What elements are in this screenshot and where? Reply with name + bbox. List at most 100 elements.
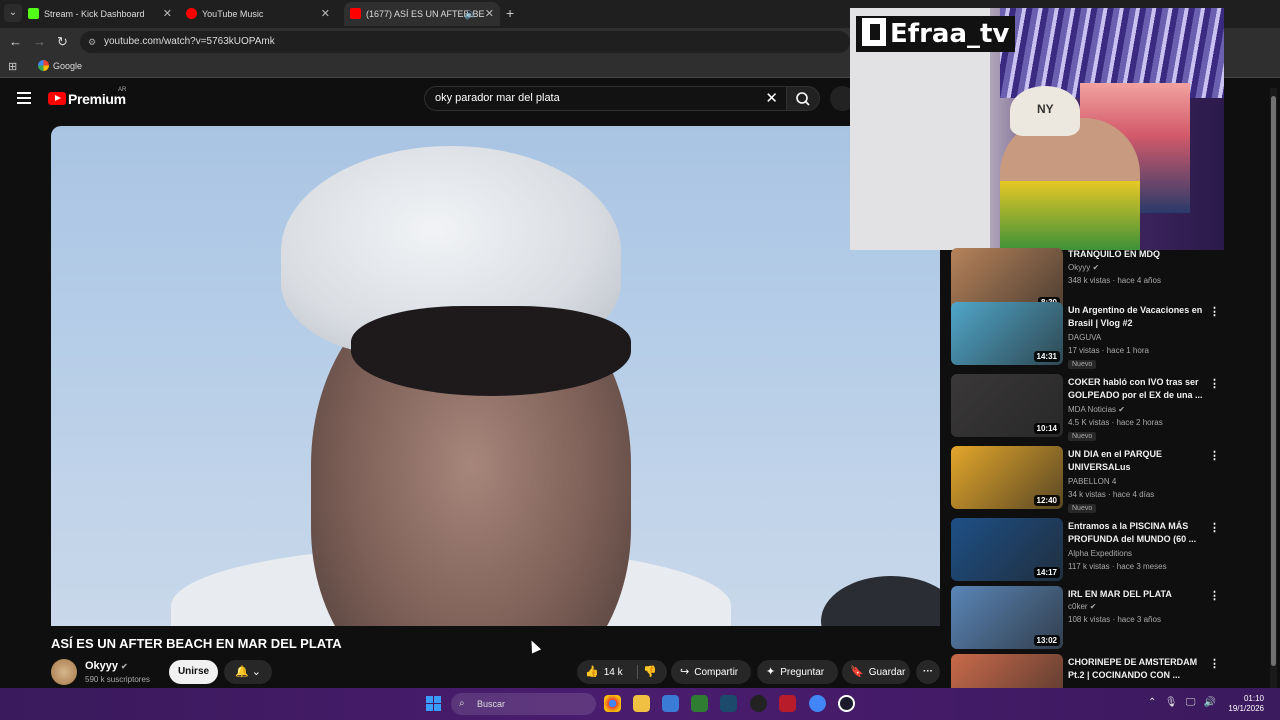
save-label: Guardar <box>868 667 906 678</box>
recommendation-channel[interactable]: DAGUVA <box>1068 333 1101 342</box>
join-button[interactable]: Unirse <box>169 660 218 684</box>
back-icon[interactable]: ← <box>9 34 22 49</box>
duration-badge: 14:17 <box>1033 567 1060 578</box>
youtube-icon <box>350 8 361 19</box>
video-thumbnail[interactable]: 12:40 <box>951 446 1063 509</box>
video-thumbnail[interactable]: 14:31 <box>951 302 1063 365</box>
video-player[interactable] <box>51 126 940 626</box>
more-options-icon[interactable]: ⋮ <box>1209 521 1220 534</box>
youtube-play-icon <box>48 92 66 105</box>
recommendation-stats: 34 k vistas · hace 4 días <box>1068 490 1155 499</box>
start-icon[interactable] <box>426 696 441 711</box>
save-button[interactable]: 🔖 Guardar <box>842 660 910 684</box>
verified-icon: ✔ <box>1092 263 1100 272</box>
scrollbar-thumb[interactable] <box>1271 96 1276 666</box>
system-tray[interactable]: ⌃ 🎙 🖵 🔊 <box>1148 697 1216 708</box>
recommendation-channel[interactable]: Okyyy ✔ <box>1068 263 1099 272</box>
clock[interactable]: 01:10 19/1/2026 <box>1226 694 1264 714</box>
chrome-active-icon[interactable] <box>809 695 826 712</box>
channel-name[interactable]: Okyyy ✔ <box>85 660 128 672</box>
subscriber-count: 590 k suscriptores <box>85 675 150 684</box>
file-explorer-icon[interactable] <box>633 695 650 712</box>
video-thumbnail[interactable]: 13:02 <box>951 586 1063 649</box>
date: 19/1/2026 <box>1228 704 1264 713</box>
verified-icon: ✔ <box>1089 602 1097 611</box>
recommendation-channel[interactable]: PABELLON 4 <box>1068 477 1116 486</box>
thumbs-down-icon[interactable]: 👎 <box>643 660 657 684</box>
more-options-icon[interactable]: ⋮ <box>1209 589 1220 602</box>
channel-name-text: Okyyy <box>85 660 119 672</box>
notification-bell-button[interactable]: 🔔 ⌄ <box>224 660 272 684</box>
duration-badge: 12:40 <box>1033 495 1060 506</box>
new-tab-button[interactable]: + <box>506 5 514 21</box>
more-actions-button[interactable]: ··· <box>916 660 940 684</box>
bookmark-google[interactable]: Google <box>38 60 82 71</box>
minecraft-icon[interactable] <box>691 695 708 712</box>
terminal-icon[interactable] <box>720 695 737 712</box>
address-bar[interactable]: ⚙ youtube.com/watch?v=5763kUOPAmk <box>80 31 850 53</box>
forward-icon[interactable]: → <box>33 34 46 49</box>
video-frame-second-person <box>821 576 940 626</box>
recommendation-title[interactable]: Entramos a la PISCINA MÁS PROFUNDA del M… <box>1068 520 1208 546</box>
recommendation-title[interactable]: TRANQUILO EN MDQ <box>1068 248 1208 261</box>
tab-search-button[interactable]: ⌄ <box>4 4 22 22</box>
ask-button[interactable]: ✦ Preguntar <box>757 660 838 684</box>
recommendation-channel[interactable]: Alpha Expeditions <box>1068 549 1132 558</box>
reload-icon[interactable]: ↻ <box>57 34 68 50</box>
verified-icon: ✔ <box>1118 405 1125 414</box>
recommendation-item[interactable]: 14:31 Un Argentino de Vacaciones en Brasi… <box>951 302 1231 369</box>
recommendation-item[interactable]: 12:40 UN DIA en el PARQUE UNIVERSALus PABE… <box>951 446 1231 513</box>
tab-youtube-video[interactable]: (1677) ASÍ ES UN AFTER BE 🔈 ✕ <box>344 2 500 26</box>
close-tab-icon[interactable]: ✕ <box>485 2 494 26</box>
apps-grid-icon[interactable]: ⊞ <box>8 60 17 73</box>
recommendation-stats: 4.5 K vistas · hace 2 horas <box>1068 418 1163 427</box>
close-tab-icon[interactable]: ✕ <box>321 2 330 26</box>
ask-label: Preguntar <box>780 667 825 678</box>
verified-icon: ✔ <box>121 662 128 671</box>
recommendation-title[interactable]: CHORINEPE DE AMSTERDAM Pt.2 | COCINANDO … <box>1068 656 1208 682</box>
recommendation-stats: 17 vistas · hace 1 hora <box>1068 346 1149 355</box>
more-options-icon[interactable]: ⋮ <box>1209 377 1220 390</box>
site-info-icon[interactable]: ⚙ <box>88 31 96 53</box>
chevron-down-icon: ⌄ <box>251 666 261 678</box>
search-button[interactable] <box>786 86 820 111</box>
recommendation-item[interactable]: 13:02 IRL EN MAR DEL PLATA c0ker ✔ 108 k vi… <box>951 586 1231 650</box>
menu-icon[interactable] <box>17 92 31 104</box>
channel-avatar[interactable] <box>51 659 77 685</box>
recommendation-title[interactable]: Un Argentino de Vacaciones en Brasil | V… <box>1068 304 1208 330</box>
share-button[interactable]: ↪ Compartir <box>671 660 751 684</box>
search-input[interactable]: oky parador mar del plata ✕ <box>424 86 786 111</box>
voicemeeter-icon[interactable] <box>779 695 796 712</box>
obs-icon[interactable] <box>750 695 767 712</box>
more-options-icon[interactable]: ⋮ <box>1209 449 1220 462</box>
tab-youtube-music[interactable]: YouTube Music ✕ <box>186 2 336 26</box>
bell-icon: 🔔 <box>235 666 249 678</box>
chrome-icon[interactable] <box>604 695 621 712</box>
thumbs-up-icon: 👍 <box>585 666 599 678</box>
more-options-icon[interactable]: ⋮ <box>1209 657 1220 670</box>
app-icon[interactable] <box>838 695 855 712</box>
recommendation-title[interactable]: COKER habló con IVO tras ser GOLPEADO po… <box>1068 376 1208 402</box>
recommendation-channel[interactable]: MDA Noticias ✔ <box>1068 405 1125 414</box>
recommendation-title[interactable]: UN DIA en el PARQUE UNIVERSALus <box>1068 448 1208 474</box>
store-icon[interactable] <box>662 695 679 712</box>
recommendation-item[interactable]: 10:14 COKER habló con IVO tras ser GOLPEA… <box>951 374 1231 441</box>
like-count: 14 k <box>603 667 623 678</box>
page-scrollbar[interactable] <box>1270 88 1277 688</box>
kick-icon <box>28 8 39 19</box>
recommendation-stats: 108 k vistas · hace 3 años <box>1068 615 1161 624</box>
clear-search-icon[interactable]: ✕ <box>765 87 778 110</box>
close-tab-icon[interactable]: ✕ <box>163 2 172 26</box>
recommendation-channel[interactable]: c0ker ✔ <box>1068 602 1097 611</box>
taskbar-search[interactable]: ⌕ Buscar <box>451 693 596 715</box>
tab-kick-dashboard[interactable]: Stream - Kick Dashboard ✕ <box>28 2 178 26</box>
channel-text: MDA Noticias <box>1068 405 1117 414</box>
video-thumbnail[interactable]: 10:14 <box>951 374 1063 437</box>
like-button[interactable]: 👍 14 k 👎 <box>577 660 667 684</box>
more-options-icon[interactable]: ⋮ <box>1209 305 1220 318</box>
youtube-premium-logo[interactable]: Premium AR <box>48 87 126 109</box>
recommendation-item[interactable]: 14:17 Entramos a la PISCINA MÁS PROFUNDA … <box>951 518 1231 582</box>
video-thumbnail[interactable]: 14:17 <box>951 518 1063 581</box>
recommendation-title[interactable]: IRL EN MAR DEL PLATA <box>1068 588 1208 601</box>
speaker-icon[interactable]: 🔈 <box>464 2 478 26</box>
